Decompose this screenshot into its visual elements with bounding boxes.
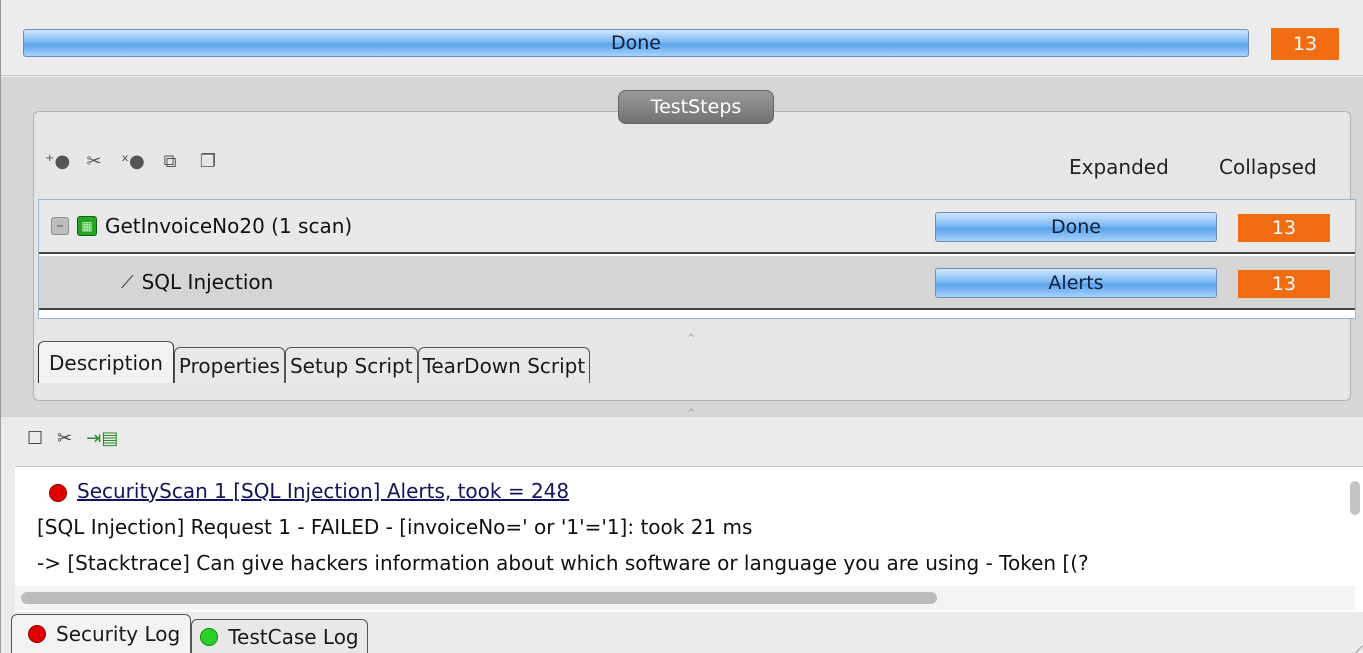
top-progress-strip: Done 13 [1,0,1363,76]
add-step-icon[interactable]: ⁺● [45,151,70,172]
overall-progress-label: Done [611,32,661,54]
log-tabs: Security Log TestCase Log [11,614,368,653]
row-label-container: ⟋ SQL Injection [121,270,273,294]
table-row[interactable]: – ▦ GetInvoiceNo20 (1 scan) Done 13 [39,200,1355,254]
copy-step-icon[interactable]: ❐ [197,151,219,172]
horizontal-scrollbar[interactable] [21,592,937,604]
overall-progress-bar: Done [23,29,1249,57]
clone-step-icon[interactable]: ⧉ [159,151,181,172]
tab-properties[interactable]: Properties [173,347,285,383]
tab-testcase-log-label: TestCase Log [228,624,359,649]
tab-security-log-label: Security Log [56,622,181,646]
export-log-icon[interactable]: ⇥▤ [86,428,118,449]
remove-step-icon[interactable]: ˣ● [121,151,145,172]
tab-teardown-script[interactable]: TearDown Script [417,347,591,383]
test-step-icon: ▦ [77,216,97,236]
scan-status-label: Alerts [1048,272,1104,294]
tab-testcase-log[interactable]: TestCase Log [191,619,368,653]
tab-description[interactable]: Description [38,341,174,383]
row-label-container: – ▦ GetInvoiceNo20 (1 scan) [51,214,352,238]
detail-tabs: Description Properties Setup Script Tear… [38,341,591,383]
test-steps-toolbar: ⁺● ✂ ˣ● ⧉ ❐ [45,151,219,172]
tools-icon[interactable]: ✂ [83,151,105,172]
red-status-icon [28,625,46,643]
step-alert-count: 13 [1238,214,1330,242]
splitter-handle-icon[interactable]: ^ [687,333,697,344]
log-toolbar: ☐ ✂ ⇥▤ [27,428,118,449]
tab-security-log[interactable]: Security Log [11,614,192,653]
security-test-window: Done 13 TestSteps ⁺● ✂ ˣ● ⧉ ❐ Expanded C… [0,0,1363,653]
step-progress-bar: Done [935,212,1217,242]
splitter-handle-icon[interactable]: ^ [687,408,697,419]
table-row[interactable]: ⟋ SQL Injection Alerts 13 [39,256,1355,310]
vertical-scrollbar[interactable] [1350,481,1360,515]
test-steps-table: – ▦ GetInvoiceNo20 (1 scan) Done 13 ⟋ SQ… [38,199,1356,319]
tools-icon[interactable]: ✂ [57,428,72,449]
log-entry-link[interactable]: SecurityScan 1 [SQL Injection] Alerts, t… [77,479,569,503]
horizontal-scrollbar-track [15,586,1355,610]
scan-name: SQL Injection [141,270,274,294]
log-stacktrace-line: -> [Stacktrace] Can give hackers informa… [37,551,1089,575]
test-steps-area: TestSteps ⁺● ✂ ˣ● ⧉ ❐ Expanded Collapsed… [1,77,1363,417]
alert-status-icon [49,483,67,502]
green-status-icon [200,627,219,646]
checkbox-icon[interactable]: ☐ [27,428,43,449]
expanded-column-header[interactable]: Expanded [1069,155,1169,179]
sql-wand-icon: ⟋ [121,271,134,293]
log-detail-line: [SQL Injection] Request 1 - FAILED - [in… [37,515,753,539]
step-name: GetInvoiceNo20 (1 scan) [105,214,353,238]
collapse-toggle-icon[interactable]: – [51,217,69,235]
resize-grip-icon[interactable] [1348,638,1363,653]
overall-alert-count: 13 [1271,28,1339,60]
test-steps-title: TestSteps [618,90,774,124]
tab-setup-script[interactable]: Setup Script [284,347,418,383]
scan-progress-bar: Alerts [935,268,1217,298]
log-entry[interactable]: SecurityScan 1 [SQL Injection] Alerts, t… [49,479,569,503]
scan-alert-count: 13 [1238,270,1330,298]
collapsed-column-header[interactable]: Collapsed [1219,155,1317,179]
step-status-label: Done [1051,216,1101,238]
